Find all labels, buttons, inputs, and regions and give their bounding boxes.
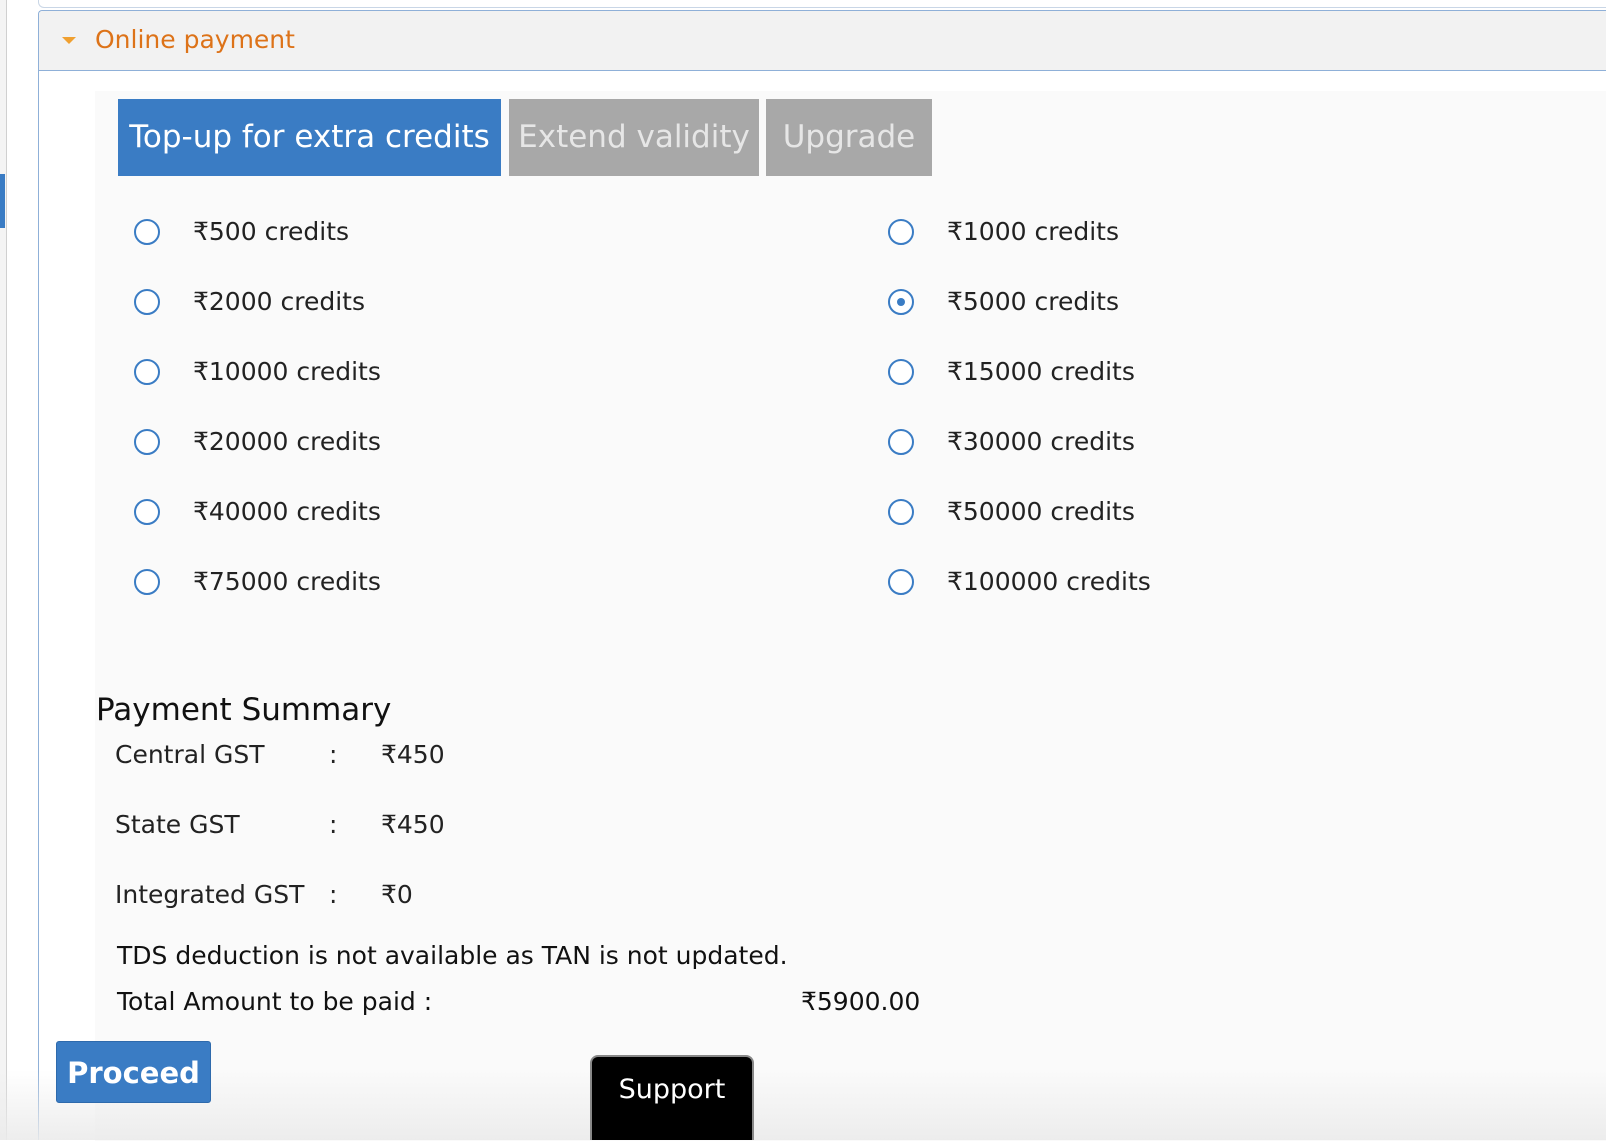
credit-option-2000[interactable]: ₹2000 credits: [134, 284, 534, 324]
online-payment-panel: Online payment Top-up for extra credits …: [38, 10, 1606, 1141]
sidebar-active-marker: [0, 174, 5, 228]
radio-button-selected[interactable]: [888, 289, 914, 315]
credit-option-label: ₹1000 credits: [947, 217, 1119, 246]
credit-option-1000[interactable]: ₹1000 credits: [888, 214, 1288, 254]
caret-down-icon[interactable]: [62, 37, 76, 44]
total-amount-value: ₹5900.00: [801, 987, 921, 1016]
credit-option-500[interactable]: ₹500 credits: [134, 214, 534, 254]
credit-option-100000[interactable]: ₹100000 credits: [888, 564, 1288, 604]
summary-label: Central GST: [115, 740, 265, 769]
payment-summary-title: Payment Summary: [96, 692, 392, 728]
credit-option-label: ₹100000 credits: [947, 567, 1151, 596]
credit-option-50000[interactable]: ₹50000 credits: [888, 494, 1288, 534]
tds-note: TDS deduction is not available as TAN is…: [117, 941, 788, 970]
previous-panel-edge: [38, 0, 1606, 8]
summary-colon: :: [329, 810, 338, 839]
summary-value: ₹0: [381, 880, 413, 909]
summary-label: Integrated GST: [115, 880, 305, 909]
credit-option-label: ₹10000 credits: [193, 357, 381, 386]
credit-option-15000[interactable]: ₹15000 credits: [888, 354, 1288, 394]
radio-button[interactable]: [888, 569, 914, 595]
credit-option-label: ₹30000 credits: [947, 427, 1135, 456]
credit-option-label: ₹20000 credits: [193, 427, 381, 456]
proceed-button[interactable]: Proceed: [56, 1041, 211, 1103]
radio-button[interactable]: [134, 569, 160, 595]
summary-label: State GST: [115, 810, 240, 839]
credit-option-label: ₹50000 credits: [947, 497, 1135, 526]
radio-button[interactable]: [888, 499, 914, 525]
summary-value: ₹450: [381, 740, 445, 769]
credit-option-20000[interactable]: ₹20000 credits: [134, 424, 534, 464]
credit-option-label: ₹2000 credits: [193, 287, 365, 316]
credit-option-75000[interactable]: ₹75000 credits: [134, 564, 534, 604]
radio-button[interactable]: [888, 359, 914, 385]
credit-option-label: ₹15000 credits: [947, 357, 1135, 386]
left-sidebar-edge: [0, 0, 7, 1140]
radio-button[interactable]: [888, 429, 914, 455]
credit-option-label: ₹75000 credits: [193, 567, 381, 596]
radio-button[interactable]: [134, 429, 160, 455]
radio-button[interactable]: [134, 219, 160, 245]
summary-colon: :: [329, 740, 338, 769]
radio-button[interactable]: [134, 289, 160, 315]
credit-option-40000[interactable]: ₹40000 credits: [134, 494, 534, 534]
tab-upgrade[interactable]: Upgrade: [766, 99, 932, 176]
panel-title[interactable]: Online payment: [95, 25, 295, 55]
support-button[interactable]: Support: [590, 1055, 754, 1140]
radio-button[interactable]: [134, 359, 160, 385]
panel-header[interactable]: Online payment: [39, 11, 1606, 71]
summary-value: ₹450: [381, 810, 445, 839]
total-amount-label: Total Amount to be paid :: [117, 987, 433, 1016]
credit-option-5000[interactable]: ₹5000 credits: [888, 284, 1288, 324]
summary-colon: :: [329, 880, 338, 909]
credit-option-label: ₹40000 credits: [193, 497, 381, 526]
tab-extend-validity[interactable]: Extend validity: [509, 99, 759, 176]
radio-button[interactable]: [888, 219, 914, 245]
credit-option-label: ₹5000 credits: [947, 287, 1119, 316]
credit-option-label: ₹500 credits: [193, 217, 350, 246]
credit-option-30000[interactable]: ₹30000 credits: [888, 424, 1288, 464]
tab-top-up[interactable]: Top-up for extra credits: [118, 99, 501, 176]
credit-option-10000[interactable]: ₹10000 credits: [134, 354, 534, 394]
radio-button[interactable]: [134, 499, 160, 525]
